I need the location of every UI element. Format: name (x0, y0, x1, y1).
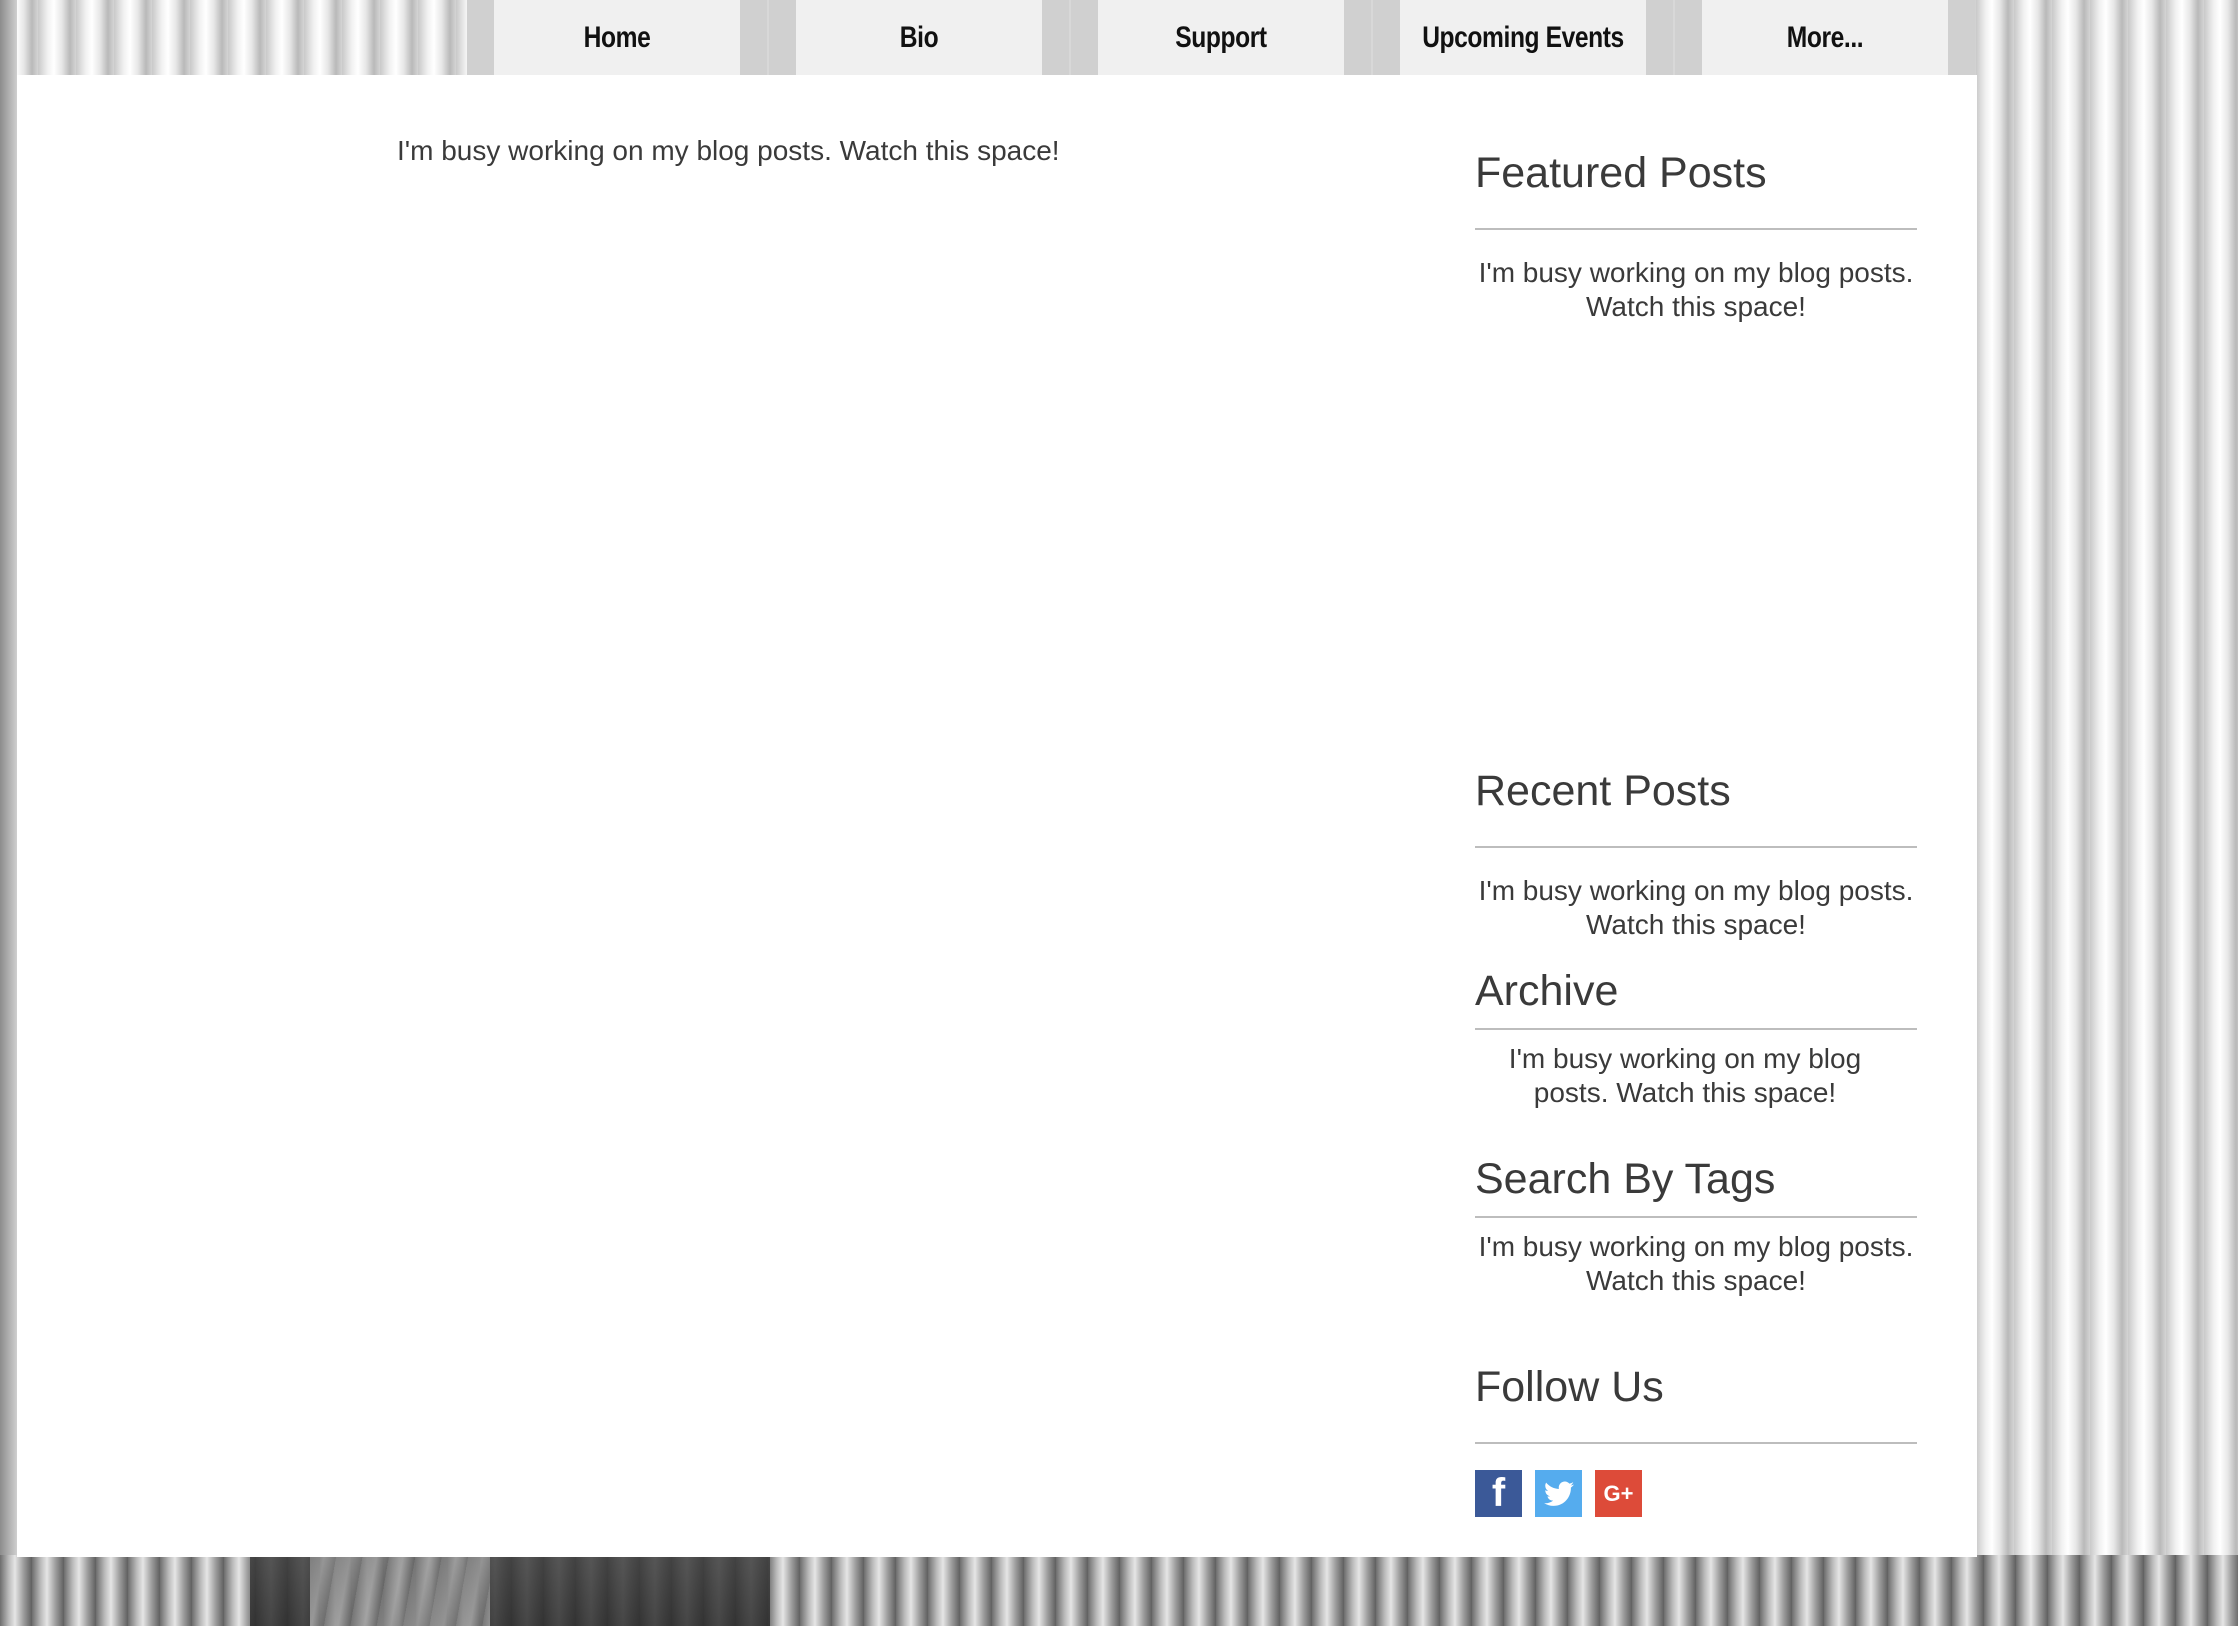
section-title: Search By Tags (1475, 1155, 1776, 1203)
twitter-bird-icon (1543, 1481, 1574, 1506)
nav-divider (1371, 0, 1373, 75)
facebook-glyph: f (1491, 1471, 1506, 1515)
section-message: I'm busy working on my blog posts. Watch… (1508, 1043, 1862, 1108)
nav-divider (1673, 0, 1675, 75)
section-message: I'm busy working on my blog posts. Watch… (1478, 875, 1914, 940)
nav-item-support[interactable]: Support (1098, 0, 1344, 75)
divider (1475, 1442, 1917, 1444)
divider (1475, 228, 1917, 230)
facebook-icon[interactable]: f (1475, 1470, 1522, 1517)
background-figure (250, 1555, 770, 1626)
google-plus-glyph: G+ (1603, 1480, 1634, 1506)
divider (1475, 1028, 1917, 1030)
section-title: Archive (1475, 967, 1619, 1015)
content-panel: I'm busy working on my blog posts. Watch… (17, 75, 1977, 1557)
background-left-edge (0, 0, 17, 1626)
follow-us-section: Follow Us f G+ (1475, 1363, 1917, 1517)
main-navigation: Home Bio Support Upcoming Events More... (467, 0, 1975, 75)
nav-item-upcoming-events[interactable]: Upcoming Events (1400, 0, 1646, 75)
nav-divider (1069, 0, 1071, 75)
recent-posts-section: Recent Posts I'm busy working on my blog… (1475, 767, 1917, 942)
google-plus-icon[interactable]: G+ (1595, 1470, 1642, 1517)
archive-section: Archive I'm busy working on my blog post… (1475, 967, 1917, 1110)
nav-divider (767, 0, 769, 75)
nav-item-bio[interactable]: Bio (796, 0, 1042, 75)
blog-placeholder-message: I'm busy working on my blog posts. Watch… (397, 135, 1060, 166)
section-message: I'm busy working on my blog posts. Watch… (1478, 1231, 1914, 1296)
twitter-icon[interactable] (1535, 1470, 1582, 1517)
nav-item-home[interactable]: Home (494, 0, 740, 75)
nav-item-more[interactable]: More... (1702, 0, 1948, 75)
section-title: Recent Posts (1475, 767, 1731, 815)
section-title: Featured Posts (1475, 149, 1767, 197)
search-by-tags-section: Search By Tags I'm busy working on my bl… (1475, 1155, 1917, 1298)
section-message: I'm busy working on my blog posts. Watch… (1478, 257, 1914, 322)
section-title: Follow Us (1475, 1363, 1664, 1411)
featured-posts-section: Featured Posts I'm busy working on my bl… (1475, 149, 1917, 324)
divider (1475, 1216, 1917, 1218)
social-links: f G+ (1475, 1470, 1917, 1517)
divider (1475, 846, 1917, 848)
